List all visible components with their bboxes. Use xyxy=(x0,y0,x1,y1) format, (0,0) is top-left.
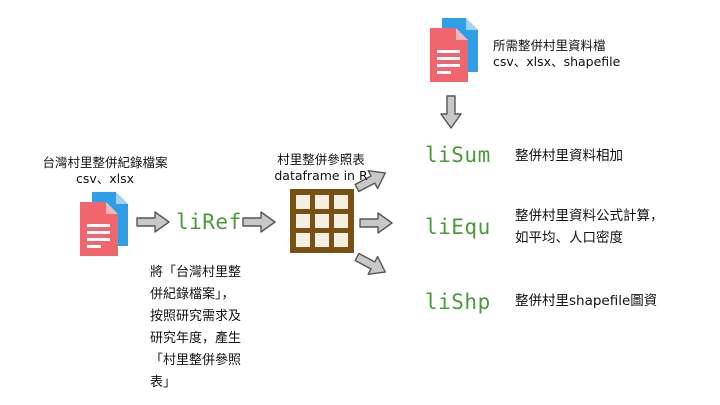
function-liequ: liEqu xyxy=(425,215,491,239)
reference-table-title: 村里整併參照表 xyxy=(277,152,365,167)
source-file-formats: csv、xlsx xyxy=(75,171,135,186)
table-grid-icon xyxy=(290,189,354,253)
liref-note-line: 「村里整併參照 xyxy=(150,353,242,368)
required-file-block: 所需整併村里資料檔 csv、xlsx、shapefile xyxy=(493,38,693,70)
function-lishp: liShp xyxy=(425,290,491,314)
arrow-to-liref-icon xyxy=(136,211,170,233)
function-lisum: liSum xyxy=(425,143,491,167)
liref-note-line: 按照研究需求及 xyxy=(150,309,242,324)
liequ-description-line2: 如平均、人口密度 xyxy=(515,230,623,246)
reference-table-subtitle: dataframe in R xyxy=(274,168,368,183)
down-arrow-icon xyxy=(440,95,462,129)
source-file-block: 台灣村里整併紀錄檔案 csv、xlsx xyxy=(40,155,170,187)
lisum-description: 整併村里資料相加 xyxy=(515,148,623,164)
arrow-to-liequ-icon xyxy=(359,212,393,234)
liref-note: 將「台灣村里整 併紀錄檔案」， 按照研究需求及 研究年度，產生 「村里整併參照 … xyxy=(150,262,290,394)
required-document-icon xyxy=(430,18,478,82)
function-liref: liRef xyxy=(176,210,242,234)
source-file-title: 台灣村里整併紀錄檔案 xyxy=(42,155,168,170)
liref-note-line: 表」 xyxy=(150,375,177,390)
reference-table-block: 村里整併參照表 dataframe in R xyxy=(256,152,386,184)
liref-note-line: 將「台灣村里整 xyxy=(150,265,242,280)
required-file-formats: csv、xlsx、shapefile xyxy=(493,54,621,69)
arrow-to-lishp-icon xyxy=(351,247,391,282)
liequ-description-line1: 整併村里資料公式計算， xyxy=(515,208,664,224)
required-file-title: 所需整併村里資料檔 xyxy=(493,38,606,53)
lishp-description: 整併村里shapefile圖資 xyxy=(515,293,658,309)
source-document-icon xyxy=(80,192,128,256)
liequ-description: 整併村里資料公式計算， 如平均、人口密度 xyxy=(515,205,664,249)
liref-note-line: 研究年度，產生 xyxy=(150,331,242,346)
arrow-to-table-icon xyxy=(242,211,276,233)
liref-note-line: 併紀錄檔案」， xyxy=(150,287,235,302)
